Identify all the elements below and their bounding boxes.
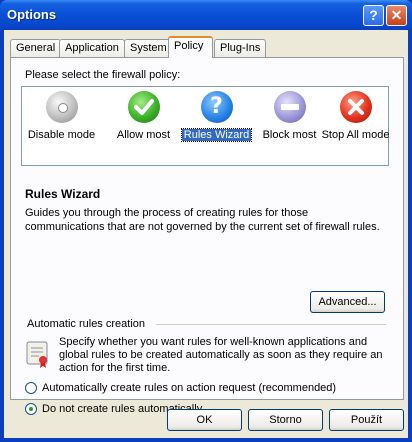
tab-application[interactable]: Application [59,39,125,57]
tab-plugins[interactable]: Plug-Ins [214,39,267,57]
disable-mode-icon [45,91,78,123]
ok-button[interactable]: OK [167,409,242,431]
policy-allow-most[interactable]: Allow most [106,91,181,141]
policy-label-stop: Stop All mode [321,129,390,141]
policy-selector: Disable mode Allow most ? Rules Wizard B… [21,86,389,166]
auto-rules-group-title: Automatic rules creation [27,318,145,330]
mode-description: Guides you through the process of creati… [25,207,380,233]
policy-rules-wizard[interactable]: ? Rules Wizard [179,91,254,142]
help-button[interactable]: ? [363,5,384,26]
radio-circle [25,382,37,394]
cancel-button[interactable]: Storno [248,409,323,431]
group-divider [156,324,386,325]
block-most-icon [273,91,306,123]
policy-block-most[interactable]: Block most [252,91,327,141]
window-title: Options [7,7,57,22]
stop-all-icon [339,91,372,123]
title-bar[interactable]: Options ? ✕ [0,0,412,30]
options-window: Options ? ✕ General Application System P… [0,0,412,442]
policy-prompt: Please select the firewall policy: [25,69,181,81]
close-button[interactable]: ✕ [386,5,407,26]
apply-button[interactable]: Použít [329,409,404,431]
radio-checked-dot [29,407,33,411]
certificate-icon [25,339,51,369]
policy-label-block: Block most [262,129,317,141]
allow-most-icon [127,91,160,123]
mode-heading: Rules Wizard [25,187,101,201]
policy-label-allow: Allow most [116,129,171,141]
policy-label-disable: Disable mode [27,129,96,141]
advanced-button[interactable]: Advanced... [310,291,385,313]
policy-panel: Please select the firewall policy: Disab… [10,57,404,415]
radio-circle-checked [25,403,37,415]
policy-label-wizard: Rules Wizard [180,128,253,142]
tab-general[interactable]: General [10,39,62,57]
policy-stop-all[interactable]: Stop All mode [318,91,393,141]
policy-disable-mode[interactable]: Disable mode [24,91,99,141]
rules-wizard-icon: ? [200,91,233,123]
tab-system[interactable]: System [124,39,173,57]
tab-policy[interactable]: Policy [168,36,213,58]
auto-rules-description: Specify whether you want rules for well-… [59,336,383,374]
tab-strip: General Application System Policy Plug-I… [10,36,404,58]
radio-auto-create-label: Automatically create rules on action req… [42,382,337,394]
dialog-client: General Application System Policy Plug-I… [4,30,408,438]
